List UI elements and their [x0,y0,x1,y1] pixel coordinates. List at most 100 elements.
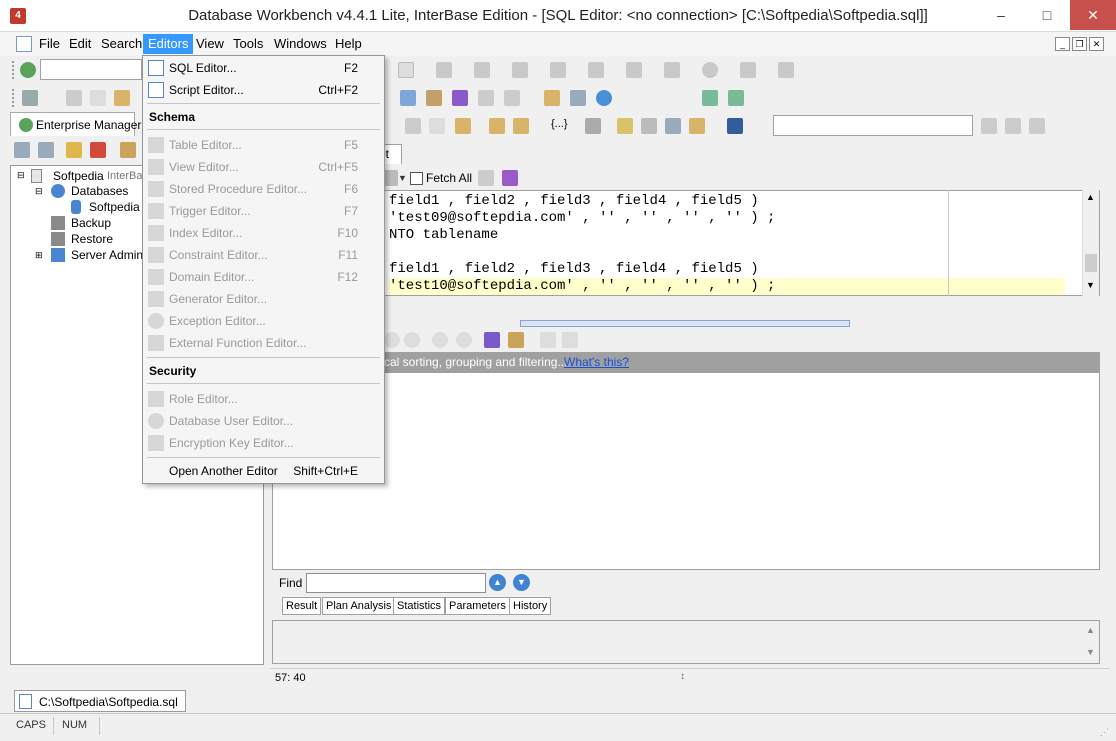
fetch-all-checkbox[interactable] [410,172,423,185]
save-icon[interactable] [727,118,743,134]
toolbar-icon[interactable] [432,332,448,348]
tree-backup-label[interactable]: Backup [71,216,111,230]
menu-item-database-user-editor[interactable]: Database User Editor... [143,410,384,432]
result-grid[interactable] [272,372,1100,570]
scroll-down-icon[interactable]: ▼ [1086,647,1095,657]
toolbar-icon[interactable] [14,142,30,158]
menu-item-constraint-editor[interactable]: Constraint Editor... F11 [143,244,384,266]
toolbar-icon[interactable] [1005,118,1021,134]
paste-icon[interactable] [114,90,130,106]
tab-plan-analysis[interactable]: Plan Analysis [322,597,396,615]
paste-icon[interactable] [489,118,505,134]
toolbar-icon[interactable] [702,90,718,106]
tab-result[interactable]: Result [282,597,322,615]
find-previous-button[interactable]: ▲ [489,574,506,591]
toolbar-icon[interactable] [550,62,566,78]
close-button[interactable]: ✕ [1070,0,1116,30]
book-icon[interactable] [426,90,442,106]
menu-view[interactable]: View [191,34,229,54]
minimize-button[interactable]: – [978,0,1024,30]
menu-item-sql-editor[interactable]: SQL Editor... F2 [143,57,384,79]
toolbar-icon[interactable] [778,62,794,78]
menu-tools[interactable]: Tools [228,34,268,54]
chevron-down-icon[interactable]: ▼ [398,173,407,183]
toolbar-icon[interactable] [540,332,556,348]
tree-expand-icon[interactable]: ⊟ [35,186,43,197]
print-icon[interactable] [585,118,601,134]
message-area[interactable]: ▲ ▼ [272,620,1100,664]
splitter-handle[interactable] [520,320,850,327]
toolbar-icon[interactable] [617,118,633,134]
toolbar-icon[interactable] [456,332,472,348]
toolbar-icon[interactable] [981,118,997,134]
mdi-restore-button[interactable]: ❐ [1072,37,1087,51]
toolbar-icon[interactable] [478,170,494,186]
toolbar-icon[interactable] [384,332,400,348]
menu-item-view-editor[interactable]: View Editor... Ctrl+F5 [143,156,384,178]
copy-icon[interactable] [429,118,445,134]
toolbar-icon[interactable] [404,332,420,348]
toolbar-icon[interactable] [400,90,416,106]
toolbar-icon[interactable] [38,142,54,158]
tree-expand-icon[interactable]: ⊞ [35,250,43,261]
toolbar-icon[interactable] [570,90,586,106]
menu-editors[interactable]: Editors [143,34,194,54]
toolbar-combo[interactable] [773,115,973,136]
menu-item-trigger-editor[interactable]: Trigger Editor... F7 [143,200,384,222]
scroll-down-icon[interactable]: ▼ [1086,280,1095,290]
toolbar-icon[interactable] [436,62,452,78]
scroll-up-icon[interactable]: ▲ [1086,625,1095,635]
toolbar-icon[interactable] [665,118,681,134]
tab-parameters[interactable]: Parameters [445,597,510,615]
folder-icon[interactable] [66,142,82,158]
cut-icon[interactable] [405,118,421,134]
menu-item-index-editor[interactable]: Index Editor... F10 [143,222,384,244]
print-icon[interactable] [22,90,38,106]
document-icon[interactable] [16,36,32,52]
tree-restore-label[interactable]: Restore [71,232,113,246]
toolbar-icon[interactable] [512,62,528,78]
menu-item-script-editor[interactable]: Script Editor... Ctrl+F2 [143,79,384,101]
mdi-close-button[interactable]: ✕ [1089,37,1104,51]
sql-editor[interactable]: field1 , field2 , field3 , field4 , fiel… [272,190,1100,296]
toolbar-icon[interactable] [1029,118,1045,134]
cut-icon[interactable] [66,90,82,106]
document-tab[interactable]: C:\Softpedia\Softpedia.sql [14,690,186,712]
toolbar-icon[interactable] [728,90,744,106]
maximize-button[interactable]: □ [1024,0,1070,30]
menu-item-exception-editor[interactable]: Exception Editor... [143,310,384,332]
find-next-button[interactable]: ▼ [513,574,530,591]
delete-icon[interactable] [90,142,106,158]
toolbar-icon[interactable] [702,62,718,78]
tree-expand-icon[interactable]: ⊟ [17,170,25,181]
toolbar-icon[interactable] [562,332,578,348]
tab-statistics[interactable]: Statistics [393,597,446,615]
connection-combo[interactable] [40,59,142,80]
copy-icon[interactable] [90,90,106,106]
toolbar-icon[interactable] [504,90,520,106]
toolbar-icon[interactable] [740,62,756,78]
menu-item-open-another-editor[interactable]: Open Another Editor Shift+Ctrl+E [143,460,384,482]
toolbar-icon[interactable] [120,142,136,158]
menu-windows[interactable]: Windows [269,34,332,54]
menu-item-generator-editor[interactable]: Generator Editor... [143,288,384,310]
connect-icon[interactable] [20,62,36,78]
menu-search[interactable]: Search [96,34,147,54]
braces-icon[interactable]: {...} [551,118,568,130]
menu-item-encryption-key-editor[interactable]: Encryption Key Editor... [143,432,384,454]
toolbar-icon[interactable] [398,62,414,78]
toolbar-grip[interactable] [12,89,15,107]
menu-item-role-editor[interactable]: Role Editor... [143,388,384,410]
sql-scrollbar[interactable]: ▲ ▼ [1082,190,1099,296]
mdi-minimize-button[interactable]: _ [1055,37,1070,51]
tree-database-softpedia[interactable]: Softpedia [89,200,140,214]
paste-icon[interactable] [513,118,529,134]
tree-root-label[interactable]: Softpedia [53,169,104,183]
brush-icon[interactable] [452,90,468,106]
menu-item-external-function-editor[interactable]: External Function Editor... [143,332,384,354]
tab-history[interactable]: History [509,597,552,615]
whats-this-link[interactable]: What's this? [564,355,629,369]
menu-file[interactable]: File [34,34,65,54]
toolbar-icon[interactable] [508,332,524,348]
globe-icon[interactable] [596,90,612,106]
